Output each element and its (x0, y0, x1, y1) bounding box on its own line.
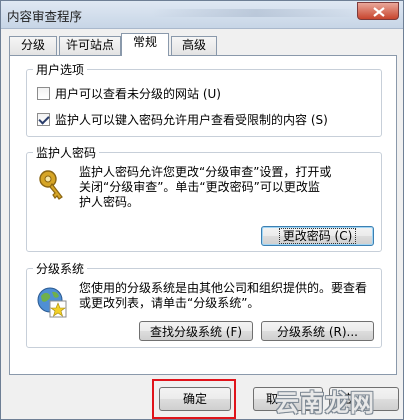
user-options-title: 用户选项 (33, 61, 88, 78)
supervisor-password-description: 监护人密码允许您更改“分级审查”设置，打开或 关闭“分级审查”。单击“更改密码”… (79, 165, 379, 210)
unrated-sites-checkbox[interactable] (37, 86, 50, 100)
tab-ratings-label: 分级 (20, 38, 45, 52)
change-password-label: 更改密码 (C) (278, 228, 357, 244)
content-advisor-window: 内容审查程序 分级 许可站点 常规 高级 用户选项 用户可以查看未分级的网站 (… (0, 0, 404, 420)
user-options-group: 用户选项 用户可以查看未分级的网站 (U) 监护人可以键入密码允许用户查看受限制… (26, 61, 382, 137)
tab-panel-general: 用户选项 用户可以查看未分级的网站 (U) 监护人可以键入密码允许用户查看受限制… (9, 55, 397, 375)
close-button[interactable] (357, 2, 399, 20)
rating-systems-description: 您使用的分级系统是由其他公司和组织提供的。要查看 或更改列表，请单击“分级系统”… (79, 281, 379, 311)
supervisor-override-option[interactable]: 监护人可以键入密码允许用户查看受限制的内容 (S) (37, 111, 328, 127)
rating-systems-line-2: 或更改列表，请单击“分级系统”。 (79, 296, 260, 310)
tab-advanced[interactable]: 高级 (171, 36, 217, 55)
tab-approved-sites-label: 许可站点 (65, 38, 114, 52)
supervisor-password-line-2: 关闭“分级审查”。单击“更改密码”可以更改监 (79, 180, 320, 194)
close-icon (373, 7, 385, 17)
tab-strip: 分级 许可站点 常规 高级 (9, 33, 399, 56)
unrated-sites-option[interactable]: 用户可以查看未分级的网站 (U) (37, 85, 221, 101)
rating-systems-button[interactable]: 分级系统 (R)... (261, 321, 374, 341)
supervisor-password-title: 监护人密码 (33, 144, 100, 161)
supervisor-password-group: 监护人密码 监护人密码允许您更改“分级审查”设置，打开或 关闭“分级审查”。单击… (26, 144, 382, 252)
supervisor-override-checkbox[interactable] (37, 112, 50, 126)
title-bar-blur (151, 9, 361, 17)
unrated-sites-label: 用户可以查看未分级的网站 (U) (55, 86, 221, 101)
key-icon (39, 170, 63, 200)
find-rating-systems-button[interactable]: 查找分级系统 (F) (139, 321, 253, 341)
rating-systems-title: 分级系统 (33, 260, 88, 277)
tab-general-label: 常规 (132, 35, 157, 49)
tab-ratings[interactable]: 分级 (9, 36, 57, 55)
tab-approved-sites[interactable]: 许可站点 (59, 36, 121, 55)
find-rating-systems-label: 查找分级系统 (F) (149, 325, 243, 339)
rating-systems-button-label: 分级系统 (R)... (277, 325, 358, 339)
window-title: 内容审查程序 (7, 9, 83, 24)
rating-systems-line-1: 您使用的分级系统是由其他公司和组织提供的。要查看 (79, 281, 368, 295)
title-bar[interactable]: 内容审查程序 (1, 1, 403, 29)
rating-systems-group: 分级系统 您使用的分级系统是由其他公司和组织提供的。要查看 或更改列表，请单击“… (26, 260, 382, 348)
ok-button-highlight (152, 379, 236, 419)
supervisor-override-label: 监护人可以键入密码允许用户查看受限制的内容 (S) (55, 112, 328, 127)
globe-star-icon (37, 287, 67, 318)
watermark: 云南龙网 (275, 388, 375, 417)
tab-advanced-label: 高级 (181, 38, 206, 52)
tab-general[interactable]: 常规 (121, 33, 169, 56)
change-password-button[interactable]: 更改密码 (C) (261, 226, 374, 246)
supervisor-password-line-1: 监护人密码允许您更改“分级审查”设置，打开或 (79, 165, 332, 179)
supervisor-password-line-3: 护人密码。 (79, 195, 140, 209)
